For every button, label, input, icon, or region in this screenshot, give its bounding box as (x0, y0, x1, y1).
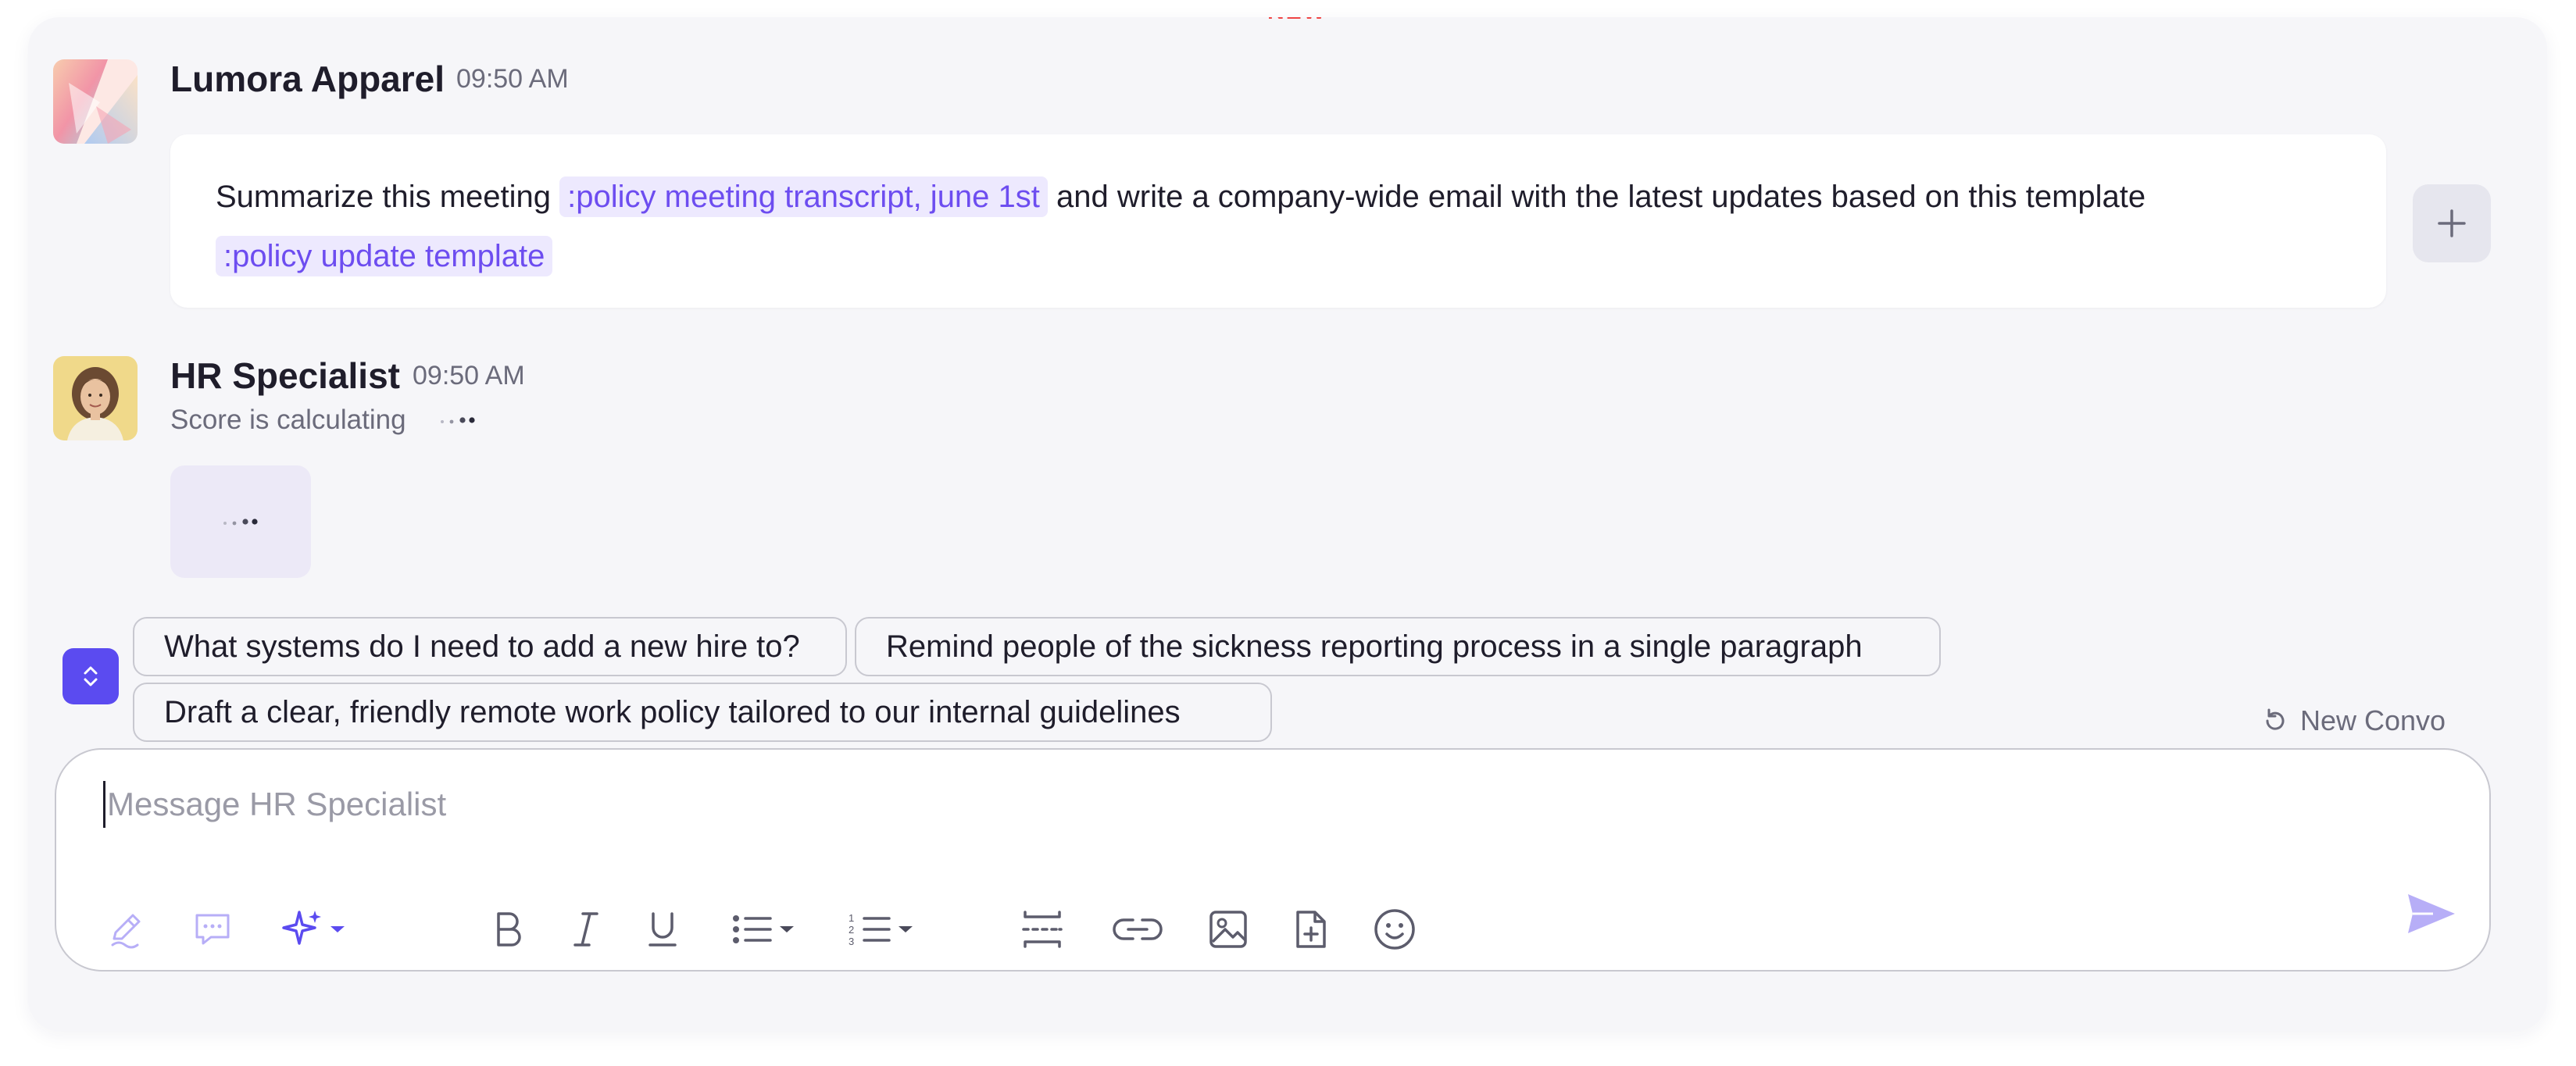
bulleted-list-button[interactable] (720, 906, 806, 953)
rewrite-button[interactable] (103, 906, 150, 953)
bold-button[interactable] (484, 906, 531, 953)
plus-icon (2438, 209, 2466, 237)
chevron-up-down-icon (84, 666, 98, 686)
hr-specialist-avatar (53, 356, 138, 440)
score-status-text: Score is calculating (170, 405, 406, 435)
underline-button[interactable] (639, 906, 686, 953)
new-messages-marker: NEW (1267, 17, 1327, 25)
message-sender-name: HR Specialist (170, 355, 400, 396)
divider-icon (1022, 911, 1063, 948)
send-icon (2408, 894, 2455, 933)
lumora-apparel-avatar (53, 59, 138, 144)
bulleted-list-icon (733, 915, 772, 943)
emoji-button[interactable] (1370, 906, 1419, 953)
loading-dots-icon (441, 417, 475, 424)
link-button[interactable] (1108, 906, 1167, 953)
numbered-list-icon: 1 2 3 (849, 912, 891, 947)
numbered-list-button[interactable]: 1 2 3 (839, 906, 925, 953)
svg-text:3: 3 (849, 936, 854, 947)
chevron-down-icon (780, 926, 794, 932)
suggestion-chip[interactable]: What systems do I need to add a new hire… (133, 617, 847, 676)
rewrite-icon (111, 914, 141, 949)
reference-chip[interactable]: :policy meeting transcript, june 1st (559, 176, 1048, 217)
new-convo-button[interactable]: New Convo (2261, 701, 2446, 740)
comment-button[interactable] (189, 906, 236, 953)
svg-text:2: 2 (849, 924, 854, 936)
bold-icon (497, 912, 521, 947)
file-add-icon (1296, 911, 1326, 948)
restart-icon (2266, 708, 2285, 730)
suggestion-chip[interactable]: Draft a clear, friendly remote work poli… (133, 683, 1272, 742)
svg-text:1: 1 (849, 912, 854, 924)
message-input[interactable] (103, 781, 2369, 828)
message-bubble: Summarize this meeting :policy meeting t… (170, 134, 2386, 308)
chat-panel: NEW Lumora Apparel 09:50 AM (28, 17, 2547, 1031)
ai-sparkle-icon (282, 911, 321, 945)
underline-icon (648, 912, 677, 947)
message-timestamp: 09:50 AM (456, 64, 569, 94)
add-button[interactable] (2413, 184, 2491, 262)
message-timestamp: 09:50 AM (413, 361, 525, 390)
link-icon (1113, 918, 1163, 940)
attach-file-button[interactable] (1289, 906, 1333, 953)
send-button[interactable] (2400, 890, 2463, 937)
message-text: Summarize this meeting (216, 180, 552, 214)
message-composer: 1 2 3 (55, 748, 2491, 972)
emoji-icon (1374, 909, 1415, 950)
ai-assist-button[interactable] (275, 906, 353, 953)
image-icon (1209, 911, 1247, 948)
reference-chip[interactable]: :policy update template (216, 236, 553, 276)
comment-icon (195, 914, 230, 945)
italic-button[interactable] (563, 906, 609, 953)
chevron-down-icon (330, 926, 345, 932)
message-sender-name: Lumora Apparel (170, 59, 445, 99)
message-text: and write a company-wide email with the … (1056, 180, 2146, 214)
italic-icon (573, 912, 598, 947)
new-convo-label: New Convo (2300, 704, 2446, 736)
toggle-suggestions-button[interactable] (63, 648, 119, 704)
suggestion-chip[interactable]: Remind people of the sickness reporting … (855, 617, 1941, 676)
divider-button[interactable] (1017, 906, 1067, 953)
typing-dots-icon (223, 519, 258, 526)
image-button[interactable] (1205, 906, 1252, 953)
typing-indicator (170, 465, 311, 578)
chevron-down-icon (899, 926, 913, 932)
